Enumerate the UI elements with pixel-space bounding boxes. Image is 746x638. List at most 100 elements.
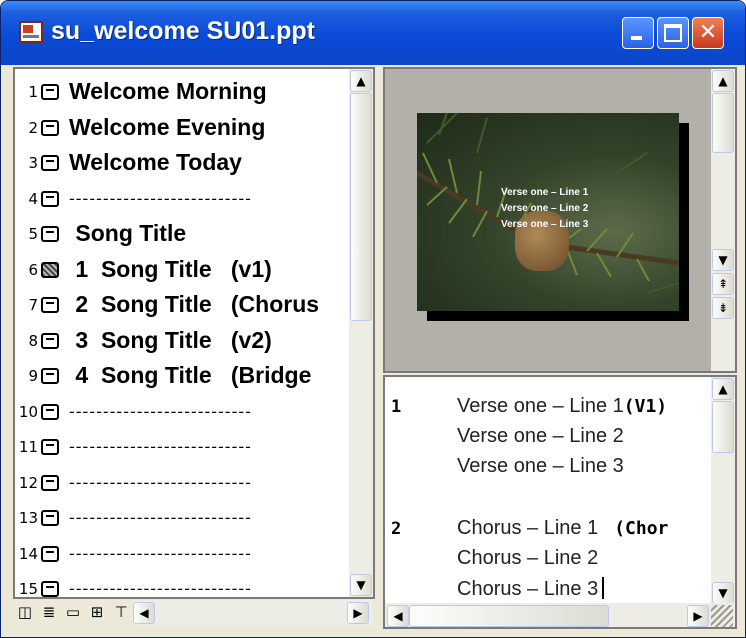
scroll-thumb[interactable] — [712, 401, 734, 453]
outline-pane[interactable]: 1 Welcome Morning 2 Welcome Evening 3 Welcome… — [13, 67, 375, 599]
scroll-thumb[interactable] — [350, 93, 372, 321]
slide-title[interactable]: 3 Song Title (v2) — [69, 327, 271, 354]
slide-title[interactable]: --------------------------- — [69, 544, 252, 563]
outline-row[interactable]: 9 4 Song Title (Bridge — [15, 359, 355, 395]
slide-text-line: Verse one – Line 3 — [501, 219, 589, 230]
outline-row[interactable]: 6 1 Song Title (v1) — [15, 253, 355, 289]
notes-part-tag: (Chor — [614, 518, 669, 539]
slide-number: 10 — [18, 402, 38, 421]
outline-row[interactable]: 13 --------------------------- — [15, 501, 355, 537]
powerpoint-file-icon[interactable] — [19, 21, 43, 43]
slide-number: 3 — [28, 154, 38, 172]
outline-row[interactable]: 1 Welcome Morning — [15, 75, 355, 111]
slide-number: 6 — [28, 260, 38, 279]
title-bar[interactable]: su_welcome SU01.ppt ✕ — [1, 1, 745, 65]
notes-line-text: Verse one – Line 3 — [457, 455, 624, 477]
outline-vertical-scrollbar[interactable]: ▲ ▼ — [349, 69, 373, 597]
slide-icon[interactable] — [41, 368, 59, 384]
scroll-thumb[interactable] — [409, 605, 609, 627]
slide-title[interactable]: Welcome Morning — [69, 78, 267, 105]
slide-title[interactable]: Welcome Evening — [69, 114, 265, 141]
slide-text-line: Verse one – Line 2 — [501, 203, 589, 214]
outline-row[interactable]: 7 2 Song Title (Chorus — [15, 288, 355, 324]
slide-icon[interactable] — [41, 190, 59, 207]
scroll-thumb[interactable] — [712, 93, 734, 153]
outline-row[interactable]: 5 Song Title — [15, 217, 355, 253]
slide-title[interactable]: 1 Song Title (v1) — [69, 256, 271, 283]
slide-title[interactable]: --------------------------- — [69, 508, 252, 527]
slide-icon[interactable] — [41, 261, 59, 278]
slide-icon[interactable] — [41, 581, 59, 597]
slide-title[interactable]: --------------------------- — [69, 437, 252, 456]
scroll-down-button[interactable]: ▼ — [712, 249, 734, 271]
outline-view-icon[interactable]: ≣ — [39, 602, 59, 622]
slide-number: 8 — [28, 331, 38, 350]
outline-row[interactable]: 2 Welcome Evening — [15, 111, 355, 147]
slide-icon[interactable] — [41, 332, 59, 349]
slide-number: 11 — [18, 438, 38, 456]
slide-icon[interactable] — [41, 439, 59, 455]
minimize-icon — [631, 36, 642, 40]
scroll-left-button[interactable]: ◀ — [387, 605, 409, 627]
previous-slide-button[interactable]: ⇞ — [712, 273, 734, 295]
minimize-button[interactable] — [622, 17, 654, 49]
scroll-left-button[interactable]: ◀ — [133, 602, 155, 624]
normal-view-icon[interactable]: ◫ — [15, 602, 35, 622]
slideshow-icon[interactable]: ⊤ — [111, 602, 131, 622]
scroll-down-button[interactable]: ▼ — [712, 582, 734, 604]
notes-text-line[interactable]: Verse one – Line 1(V1) — [457, 395, 667, 418]
slide-title[interactable]: Song Title — [69, 220, 186, 247]
close-button[interactable]: ✕ — [692, 17, 724, 49]
slide-vertical-scrollbar[interactable]: ▲ ▼ ⇞ ⇟ — [711, 69, 735, 371]
slide-icon[interactable] — [41, 84, 59, 100]
slide-icon[interactable] — [41, 545, 59, 562]
slide-title[interactable]: --------------------------- — [69, 579, 252, 597]
scroll-up-button[interactable]: ▲ — [712, 70, 734, 92]
slide-icon[interactable] — [41, 155, 59, 171]
slide-title[interactable]: --------------------------- — [69, 189, 252, 208]
outline-horizontal-scrollbar[interactable]: ◀ ▶ — [133, 600, 373, 626]
slide-icon[interactable] — [41, 226, 59, 242]
outline-row[interactable]: 14 --------------------------- — [15, 537, 355, 573]
notes-horizontal-scrollbar[interactable]: ◀ ▶ — [385, 603, 735, 627]
slide-title[interactable]: --------------------------- — [69, 402, 252, 421]
notes-vertical-scrollbar[interactable]: ▲ ▼ — [711, 377, 735, 605]
slide-icon[interactable] — [41, 119, 59, 136]
slide-sorter-icon[interactable]: ⊞ — [87, 602, 107, 622]
slide-title[interactable]: Welcome Today — [69, 149, 242, 176]
scroll-up-button[interactable]: ▲ — [350, 70, 372, 92]
slide-icon[interactable] — [41, 474, 59, 491]
outline-row[interactable]: 11 --------------------------- — [15, 430, 355, 466]
slide-icon[interactable] — [41, 403, 59, 420]
slide-pane[interactable]: Verse one – Line 1 Verse one – Line 2 Vers… — [383, 67, 737, 373]
maximize-button[interactable] — [657, 17, 689, 49]
outline-row[interactable]: 4 --------------------------- — [15, 182, 355, 218]
slide-title[interactable]: --------------------------- — [69, 473, 252, 492]
slide-title[interactable]: 2 Song Title (Chorus — [69, 291, 319, 318]
notes-text-line[interactable]: Chorus – Line 3 — [457, 577, 605, 601]
notes-text-line[interactable]: Verse one – Line 3 — [457, 455, 624, 478]
slide-number: 1 — [28, 83, 38, 101]
outline-row[interactable]: 10 --------------------------- — [15, 395, 355, 431]
notes-pane[interactable]: 1 Verse one – Line 1(V1) Verse one – Line … — [383, 375, 737, 629]
scroll-right-button[interactable]: ▶ — [687, 605, 709, 627]
outline-row[interactable]: 3 Welcome Today — [15, 146, 355, 182]
slide-icon[interactable] — [41, 297, 59, 313]
next-slide-button[interactable]: ⇟ — [712, 297, 734, 319]
notes-text-line[interactable]: Chorus – Line 2 — [457, 547, 598, 570]
notes-text-line[interactable]: Verse one – Line 2 — [457, 425, 624, 448]
slide-icon[interactable] — [41, 510, 59, 526]
notes-text-line[interactable]: Chorus – Line 1 (Chor — [457, 517, 668, 540]
scroll-up-button[interactable]: ▲ — [712, 378, 734, 400]
slide-number: 4 — [28, 189, 38, 208]
view-buttons-bar: ◫ ≣ ▭ ⊞ ⊤ ◀ ▶ — [13, 599, 375, 627]
slide-title[interactable]: 4 Song Title (Bridge — [69, 362, 311, 389]
slide-view-icon[interactable]: ▭ — [63, 602, 83, 622]
resize-grip-icon[interactable] — [711, 605, 733, 627]
scroll-right-button[interactable]: ▶ — [347, 602, 369, 624]
outline-row[interactable]: 12 --------------------------- — [15, 466, 355, 502]
scroll-down-button[interactable]: ▼ — [350, 574, 372, 596]
slide-thumbnail[interactable]: Verse one – Line 1 Verse one – Line 2 Vers… — [417, 113, 679, 311]
outline-row[interactable]: 8 3 Song Title (v2) — [15, 324, 355, 360]
outline-row[interactable]: 15 --------------------------- — [15, 572, 355, 597]
